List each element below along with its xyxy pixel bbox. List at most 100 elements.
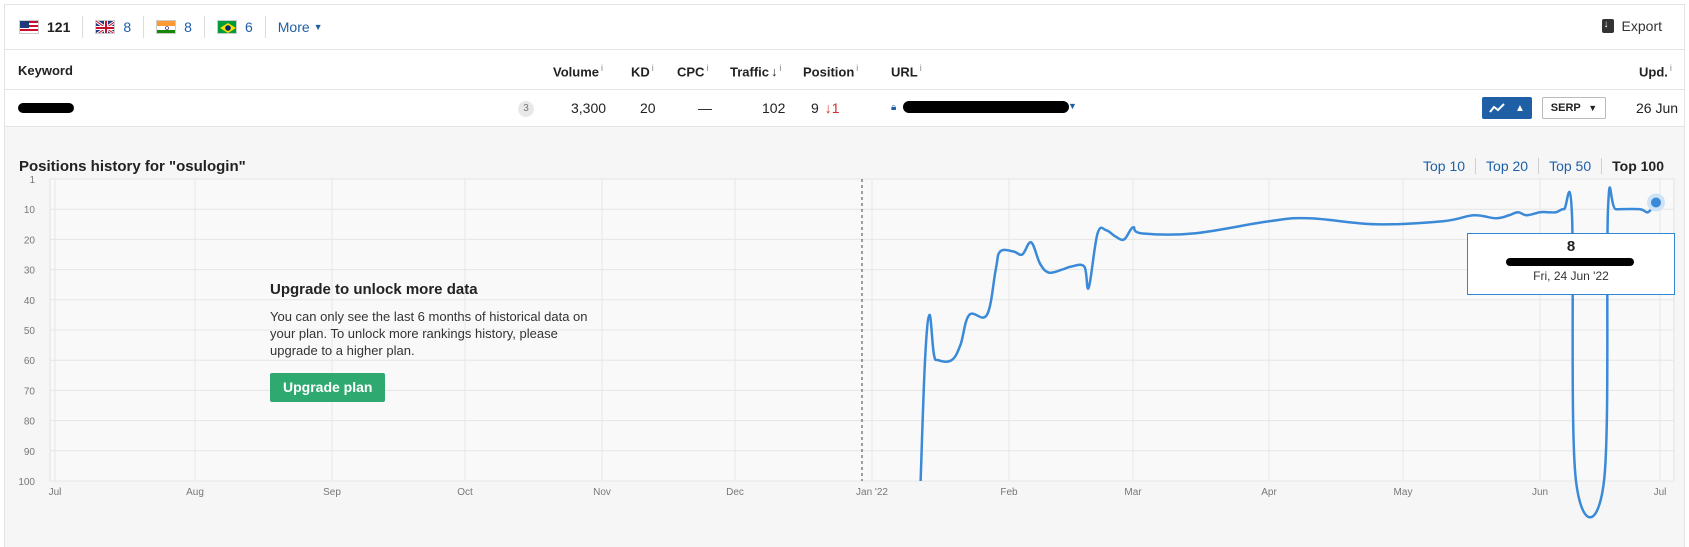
x-tick-label: Jul [49, 487, 62, 498]
x-tick-label: Apr [1261, 487, 1277, 498]
positions-history-chart: 1 10 20 30 40 50 60 70 80 90 100 Jul Aug Sep Oct Nov Dec… [18, 175, 1675, 519]
info-icon[interactable]: i [780, 63, 782, 73]
x-tick-label: Oct [457, 487, 473, 498]
position-chart-toggle-button[interactable]: ▲ [1482, 97, 1532, 119]
info-icon[interactable]: i [1670, 63, 1672, 73]
position-value: 9 ↓1 [811, 100, 840, 116]
caret-up-icon: ▲ [1515, 102, 1525, 114]
column-header-url[interactable]: URL i [891, 63, 922, 79]
serp-button-label: SERP [1550, 102, 1581, 114]
country-count: 8 [184, 19, 192, 35]
x-tick-label: Dec [726, 487, 744, 498]
hover-marker-point [1651, 197, 1661, 208]
volume-header-label: Volume [553, 64, 599, 80]
table-header: Keyword Volume i KD i CPC i Traffic ↓ i Posit… [4, 49, 1685, 90]
serp-features-badge[interactable]: 3 [518, 101, 534, 117]
more-countries-dropdown[interactable]: More ▼ [278, 19, 323, 35]
keyword-header-label: Keyword [18, 63, 73, 78]
volume-value: 3,300 [571, 100, 607, 116]
column-header-volume[interactable]: Volume i [553, 63, 603, 79]
app-window: 121 8 8 6 More ▼ Export [0, 0, 1689, 547]
india-flag-icon [156, 20, 177, 34]
updated-date: 26 Jun [1636, 100, 1679, 116]
info-icon[interactable]: i [652, 63, 654, 73]
cpc-value: — [698, 100, 712, 116]
x-tick-label: Aug [186, 487, 204, 498]
kd-value: 20 [640, 100, 656, 116]
caret-down-icon: ▼ [313, 22, 323, 32]
chart-tooltip: 8 Fri, 24 Jun '22 [1467, 233, 1675, 295]
upgrade-body: You can only see the last 6 months of hi… [270, 309, 588, 358]
sort-desc-icon: ↓ [771, 64, 778, 80]
country-count: 8 [123, 19, 132, 35]
more-label: More [277, 19, 310, 35]
y-tick-label: 60 [24, 356, 36, 367]
brazil-flag-icon [216, 20, 237, 34]
url-header-label: URL [891, 64, 918, 80]
x-tick-label: Jun [1532, 487, 1548, 498]
country-bar: 121 8 8 6 More ▼ Export [4, 4, 1685, 49]
cpc-header-label: CPC [677, 64, 705, 80]
lock-icon: 🔒︎ [891, 102, 897, 113]
column-header-position[interactable]: Position i [803, 63, 858, 79]
column-header-cpc[interactable]: CPC i [677, 63, 708, 79]
upgrade-heading: Upgrade to unlock more data [270, 281, 478, 298]
position-change: ↓1 [824, 100, 840, 116]
y-tick-label: 10 [24, 205, 36, 216]
column-header-traffic[interactable]: Traffic ↓ i [730, 63, 782, 79]
export-label: Export [1621, 18, 1662, 34]
y-tick-label: 80 [24, 417, 36, 428]
caret-down-icon: ▼ [1588, 103, 1598, 113]
x-tick-label: Mar [1124, 487, 1142, 498]
country-uk[interactable]: 8 [95, 16, 145, 38]
y-tick-label: 90 [24, 447, 36, 458]
download-icon [1601, 19, 1614, 33]
position-header-label: Position [803, 64, 855, 80]
info-icon[interactable]: i [601, 63, 603, 73]
redacted-tooltip-url [1506, 258, 1634, 266]
y-tick-label: 40 [24, 296, 36, 307]
x-tick-label: Sep [323, 487, 341, 498]
country-count: 6 [244, 19, 253, 35]
column-header-kd[interactable]: KD i [631, 63, 654, 79]
column-header-updated[interactable]: Upd. i [1639, 63, 1672, 79]
us-flag-icon [19, 20, 39, 34]
serp-dropdown-button[interactable]: SERP ▼ [1542, 97, 1606, 119]
updated-header-label: Upd. [1639, 64, 1668, 80]
export-button[interactable]: Export [1601, 18, 1662, 34]
upgrade-notice: Upgrade to unlock more data You can only… [270, 281, 610, 402]
country-us[interactable]: 121 [19, 16, 84, 38]
uk-flag-icon [95, 20, 116, 34]
position-number: 9 [811, 100, 819, 116]
y-tick-label: 100 [18, 477, 35, 488]
x-tick-label: Nov [593, 487, 611, 498]
upgrade-plan-button[interactable]: Upgrade plan [270, 373, 386, 402]
info-icon[interactable]: i [706, 63, 708, 73]
y-tick-label: 1 [29, 175, 35, 186]
y-tick-label: 70 [24, 386, 36, 397]
country-in[interactable]: 8 [156, 16, 205, 38]
x-tick-label: Feb [1000, 487, 1018, 498]
url-dropdown-caret-icon[interactable]: ▼ [1068, 101, 1077, 111]
country-br[interactable]: 6 [216, 16, 266, 38]
positions-history-panel: Positions history for "osulogin" Top 10 … [4, 127, 1685, 547]
tooltip-date: Fri, 24 Jun '22 [1533, 269, 1609, 283]
x-tick-label: Jan '22 [856, 487, 888, 498]
tooltip-position: 8 [1566, 238, 1576, 255]
traffic-value: 102 [762, 100, 786, 116]
redacted-keyword [18, 103, 74, 113]
x-tick-label: Jul [1654, 487, 1667, 498]
info-icon[interactable]: i [920, 63, 922, 73]
redacted-url[interactable] [903, 101, 1069, 113]
country-count: 121 [47, 19, 71, 35]
info-icon[interactable]: i [856, 63, 858, 73]
line-chart-icon [1489, 103, 1505, 113]
table-row: 3 3,300 20 — 102 9 ↓1 🔒︎ ▼ ▲ SERP ▼ 26 Ju… [4, 90, 1685, 127]
y-tick-label: 20 [24, 235, 36, 246]
kd-header-label: KD [631, 64, 650, 80]
y-tick-label: 50 [24, 326, 36, 337]
traffic-header-label: Traffic [730, 64, 770, 80]
x-tick-label: May [1394, 487, 1413, 498]
column-header-keyword[interactable]: Keyword [18, 63, 73, 78]
y-tick-label: 30 [24, 266, 36, 277]
